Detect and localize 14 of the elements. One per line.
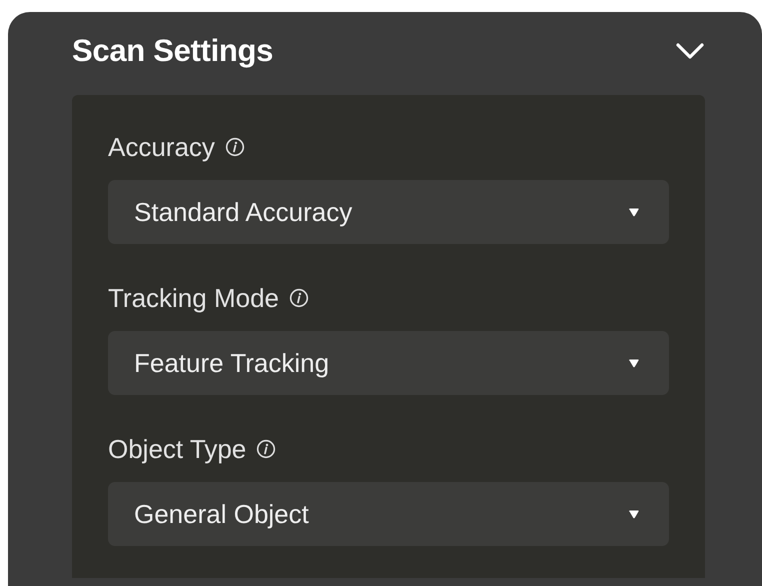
field-label: Accuracy — [108, 132, 215, 162]
dropdown[interactable]: General Object — [108, 482, 669, 546]
caret-icon — [628, 358, 640, 368]
info-icon[interactable] — [224, 137, 245, 157]
caret-icon — [628, 510, 640, 518]
field-label: Tracking Mode — [108, 282, 279, 314]
info-icon[interactable] — [256, 439, 276, 459]
dropdown[interactable]: Feature Tracking — [108, 331, 669, 395]
panel-title: Scan Settings — [72, 33, 274, 69]
caret-icon — [628, 208, 640, 216]
info-icon[interactable] — [289, 288, 309, 308]
field-label: Object Type — [108, 434, 246, 464]
chevron-icon[interactable] — [675, 42, 705, 60]
dropdown[interactable]: Standard Accuracy — [108, 180, 669, 244]
